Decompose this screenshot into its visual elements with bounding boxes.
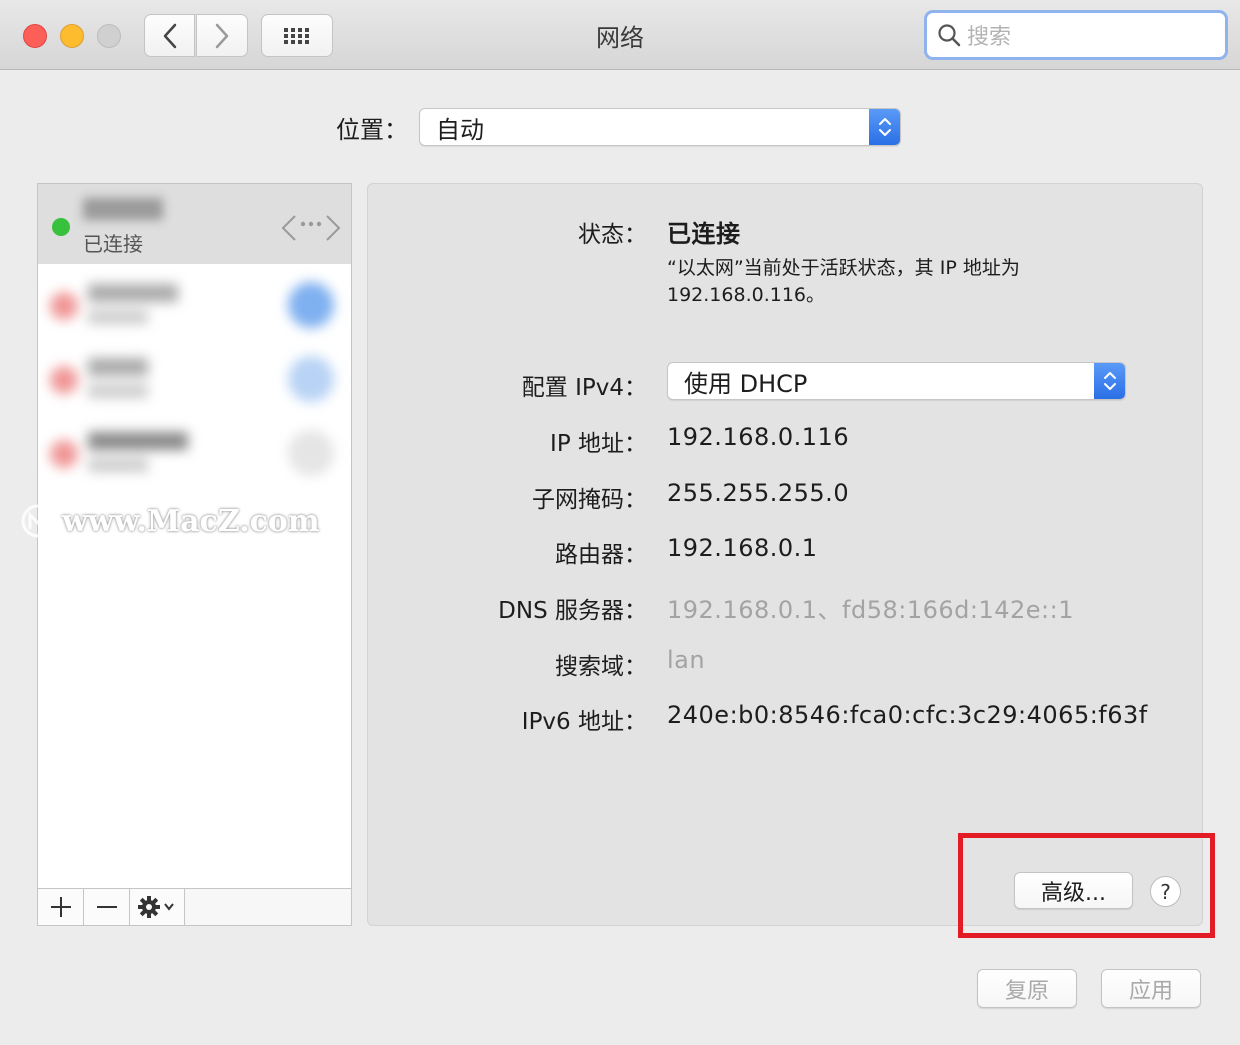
minimize-window-button[interactable] <box>60 24 84 48</box>
show-all-button[interactable] <box>261 14 333 57</box>
macz-logo-icon <box>21 504 55 538</box>
service-item-blurred[interactable] <box>38 344 351 416</box>
action-menu-button[interactable] <box>130 889 185 925</box>
plus-icon <box>50 897 71 917</box>
service-item-blurred[interactable] <box>38 270 351 342</box>
zoom-window-button[interactable] <box>97 24 121 48</box>
ip-address-value: 192.168.0.116 <box>667 423 850 451</box>
location-label: 位置： <box>336 116 408 144</box>
router-value: 192.168.0.1 <box>667 534 818 562</box>
updown-chevron-icon <box>1094 363 1125 399</box>
ipv6-address-label: IPv6 地址： <box>521 709 647 735</box>
service-name-blurred <box>83 198 163 220</box>
status-value: 已连接 <box>667 220 741 248</box>
chevron-right-icon <box>215 23 229 48</box>
apply-button[interactable]: 应用 <box>1101 969 1201 1008</box>
status-dot <box>52 218 70 236</box>
service-list-toolbar <box>38 888 351 925</box>
router-label: 路由器： <box>555 542 647 568</box>
dns-server-value: 192.168.0.1、fd58:166d:142e::1 <box>667 596 1074 624</box>
service-item-ethernet[interactable]: 已连接 <box>38 184 351 264</box>
forward-button[interactable] <box>196 14 248 57</box>
location-value: 自动 <box>436 115 484 144</box>
search-placeholder: 搜索 <box>967 25 1012 50</box>
status-description: “以太网”当前处于活跃状态，其 IP 地址为 192.168.0.116。 <box>667 255 1087 309</box>
revert-button[interactable]: 复原 <box>977 969 1077 1008</box>
subnet-mask-label: 子网掩码： <box>532 487 647 513</box>
status-description-line: 192.168.0.116。 <box>667 284 826 306</box>
status-description-line: “以太网”当前处于活跃状态，其 IP 地址为 <box>667 257 1020 279</box>
location-select[interactable]: 自动 <box>419 108 901 146</box>
watermark: www.MacZ.com <box>20 503 320 539</box>
service-status: 已连接 <box>83 232 143 256</box>
grid-icon <box>284 27 309 44</box>
advanced-button[interactable]: 高级... <box>1014 872 1133 909</box>
search-field[interactable]: 搜索 <box>924 10 1228 60</box>
service-list: 已连接 <box>37 183 352 926</box>
search-domain-label: 搜索域： <box>555 654 647 680</box>
gear-icon <box>138 896 174 918</box>
ip-address-label: IP 地址： <box>550 431 647 457</box>
title-bar: 网络 搜索 <box>0 0 1240 70</box>
close-window-button[interactable] <box>23 24 47 48</box>
updown-chevron-icon <box>869 109 900 145</box>
minus-icon <box>96 906 117 908</box>
service-item-blurred[interactable] <box>38 418 351 490</box>
chevron-left-icon <box>163 23 176 48</box>
search-icon <box>938 24 961 47</box>
dns-server-label: DNS 服务器： <box>498 598 647 624</box>
back-button[interactable] <box>144 14 195 57</box>
add-service-button[interactable] <box>38 889 84 925</box>
config-ipv4-select[interactable]: 使用 DHCP <box>667 362 1126 400</box>
ethernet-icon <box>281 215 341 241</box>
config-ipv4-label: 配置 IPv4： <box>521 375 647 401</box>
watermark-text: www.MacZ.com <box>62 503 320 539</box>
search-domain-value: lan <box>667 646 706 674</box>
remove-service-button[interactable] <box>84 889 130 925</box>
window-title: 网络 <box>596 24 644 52</box>
config-ipv4-value: 使用 DHCP <box>684 369 808 398</box>
ipv6-address-value: 240e:b0:8546:fca0:cfc:3c29:4065:f63f <box>667 701 1148 729</box>
help-button[interactable]: ? <box>1150 876 1181 907</box>
subnet-mask-value: 255.255.255.0 <box>667 479 850 507</box>
status-label: 状态： <box>578 222 647 248</box>
